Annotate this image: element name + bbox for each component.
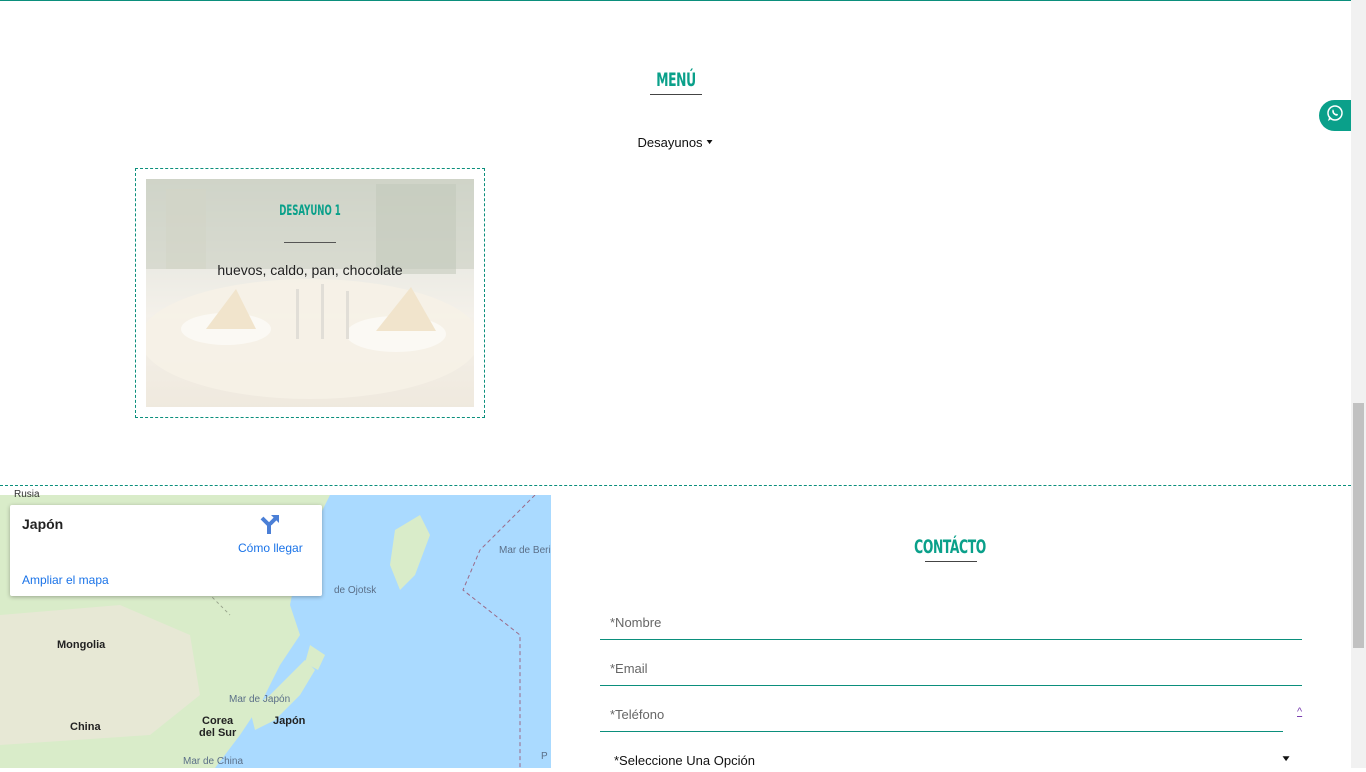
- menu-category-select[interactable]: Desayunos ▼: [630, 133, 722, 151]
- map-label-sea-okhotsk: de Ojotsk: [334, 585, 377, 596]
- section-divider: [0, 485, 1351, 486]
- directions-link[interactable]: Cómo llegar: [238, 541, 303, 555]
- contact-title: Contácto: [914, 536, 986, 558]
- map-label-mongolia: Mongolia: [57, 639, 106, 651]
- map-label-japan: Japón: [273, 715, 306, 727]
- scroll-top-link[interactable]: ^: [1297, 706, 1302, 718]
- menu-category-label: Desayunos: [637, 134, 703, 150]
- whatsapp-button[interactable]: [1319, 100, 1351, 131]
- contact-title-underline: [925, 561, 977, 562]
- map-label-sea-japan: Mar de Japón: [229, 694, 291, 705]
- map-label-sea-bering: Mar de Beri: [499, 545, 551, 556]
- name-field-placeholder: *Nombre: [610, 615, 662, 630]
- chevron-down-icon: ▼: [704, 138, 715, 146]
- map-label-korea-line2: del Sur: [199, 727, 237, 739]
- option-select[interactable]: *Seleccione Una Opción ▼: [600, 748, 1302, 772]
- name-field[interactable]: *Nombre: [600, 605, 1302, 640]
- directions-icon[interactable]: [258, 514, 280, 536]
- phone-field-placeholder: *Teléfono: [610, 707, 665, 722]
- map-label-china: China: [70, 721, 101, 733]
- whatsapp-icon: [1326, 104, 1344, 127]
- menu-title: Menú: [656, 69, 696, 91]
- phone-field[interactable]: *Teléfono: [600, 697, 1283, 732]
- option-select-label: *Seleccione Una Opción: [614, 753, 755, 768]
- map-label-korea-line1: Corea: [202, 715, 234, 727]
- scrollbar-thumb[interactable]: [1353, 403, 1364, 648]
- top-divider: [0, 0, 1351, 1]
- map-place-name: Japón: [22, 516, 64, 532]
- menu-title-underline: [650, 94, 702, 95]
- map-label-top: Rusia: [14, 489, 40, 500]
- page-scrollbar[interactable]: [1351, 0, 1366, 768]
- map-label-edge: P: [541, 751, 548, 762]
- email-field-placeholder: *Email: [610, 661, 648, 676]
- email-field[interactable]: *Email: [600, 651, 1302, 686]
- enlarge-map-link[interactable]: Ampliar el mapa: [22, 573, 109, 587]
- map-info-card: Japón Cómo llegar Ampliar el mapa: [10, 505, 322, 596]
- menu-item-name: Desayuno 1: [279, 203, 341, 219]
- menu-item-description: huevos, caldo, pan, chocolate: [217, 262, 403, 278]
- map-label-sea-china: Mar de China: [183, 756, 244, 767]
- chevron-down-icon: ▼: [1280, 753, 1292, 763]
- menu-item-divider: [284, 242, 336, 243]
